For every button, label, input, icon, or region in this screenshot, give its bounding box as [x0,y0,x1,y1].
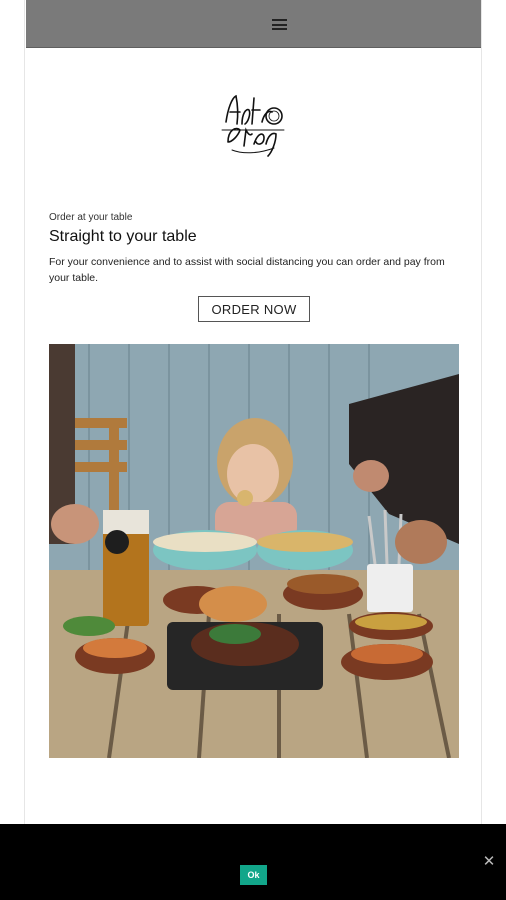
hamburger-menu-icon[interactable] [272,19,287,30]
cookie-banner: Ok ✕ [0,824,506,900]
order-now-button[interactable]: ORDER NOW [198,296,310,322]
frame-border-left [24,0,25,824]
food-table-photo [49,344,459,758]
eyebrow-text: Order at your table [49,212,133,223]
close-icon[interactable]: ✕ [482,854,496,869]
page: Order at your table Straight to your tab… [0,0,506,900]
top-bar [26,0,481,48]
ok-button[interactable]: Ok [240,865,267,885]
description-text: For your convenience and to assist with … [49,256,445,284]
brand-logo[interactable] [218,86,290,162]
frame-border-right [481,0,482,824]
page-title: Straight to your table [49,228,197,245]
